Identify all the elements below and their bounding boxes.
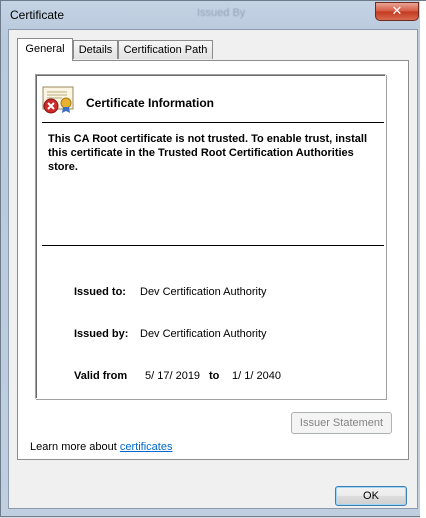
valid-from-value: 5/ 17/ 2019 — [145, 370, 201, 382]
close-icon: ✕ — [391, 4, 403, 19]
valid-from-label: Valid from — [74, 370, 128, 382]
title-bar[interactable]: Certificate Issued By ✕ — [1, 1, 425, 28]
window-title: Certificate — [10, 8, 65, 22]
valid-to-label: to — [209, 370, 220, 382]
close-button[interactable]: ✕ — [375, 2, 419, 21]
issued-to-label: Issued to: — [74, 286, 126, 298]
certificate-info-box: Certificate Information This CA Root cer… — [35, 74, 386, 399]
background-window-title: Issued By — [197, 7, 246, 19]
divider — [42, 122, 384, 123]
certificate-error-icon — [42, 86, 74, 114]
tab-details[interactable]: Details — [73, 40, 118, 59]
issued-by-label: Issued by: — [74, 328, 129, 340]
valid-to-value: 1/ 1/ 2040 — [232, 370, 281, 382]
trust-warning-text: This CA Root certificate is not trusted.… — [48, 133, 368, 173]
dialog-body: General Details Certification Path Certi… — [8, 29, 418, 509]
issuer-statement-button[interactable]: Issuer Statement — [291, 412, 392, 434]
learn-more-text: Learn more about certificates — [30, 441, 172, 453]
certificate-dialog: Certificate Issued By ✕ General Details … — [0, 0, 426, 518]
background-window-edge — [420, 1, 426, 518]
tab-certification-path[interactable]: Certification Path — [118, 40, 213, 59]
learn-more-prefix: Learn more about — [30, 441, 120, 453]
certificates-link[interactable]: certificates — [120, 441, 173, 453]
certificate-info-heading: Certificate Information — [86, 96, 215, 110]
issued-by-value: Dev Certification Authority — [140, 328, 267, 340]
ok-button[interactable]: OK — [335, 486, 407, 506]
tab-general[interactable]: General — [17, 38, 73, 61]
divider — [42, 245, 384, 246]
issued-to-value: Dev Certification Authority — [140, 286, 267, 298]
general-tab-panel: Certificate Information This CA Root cer… — [17, 60, 409, 460]
